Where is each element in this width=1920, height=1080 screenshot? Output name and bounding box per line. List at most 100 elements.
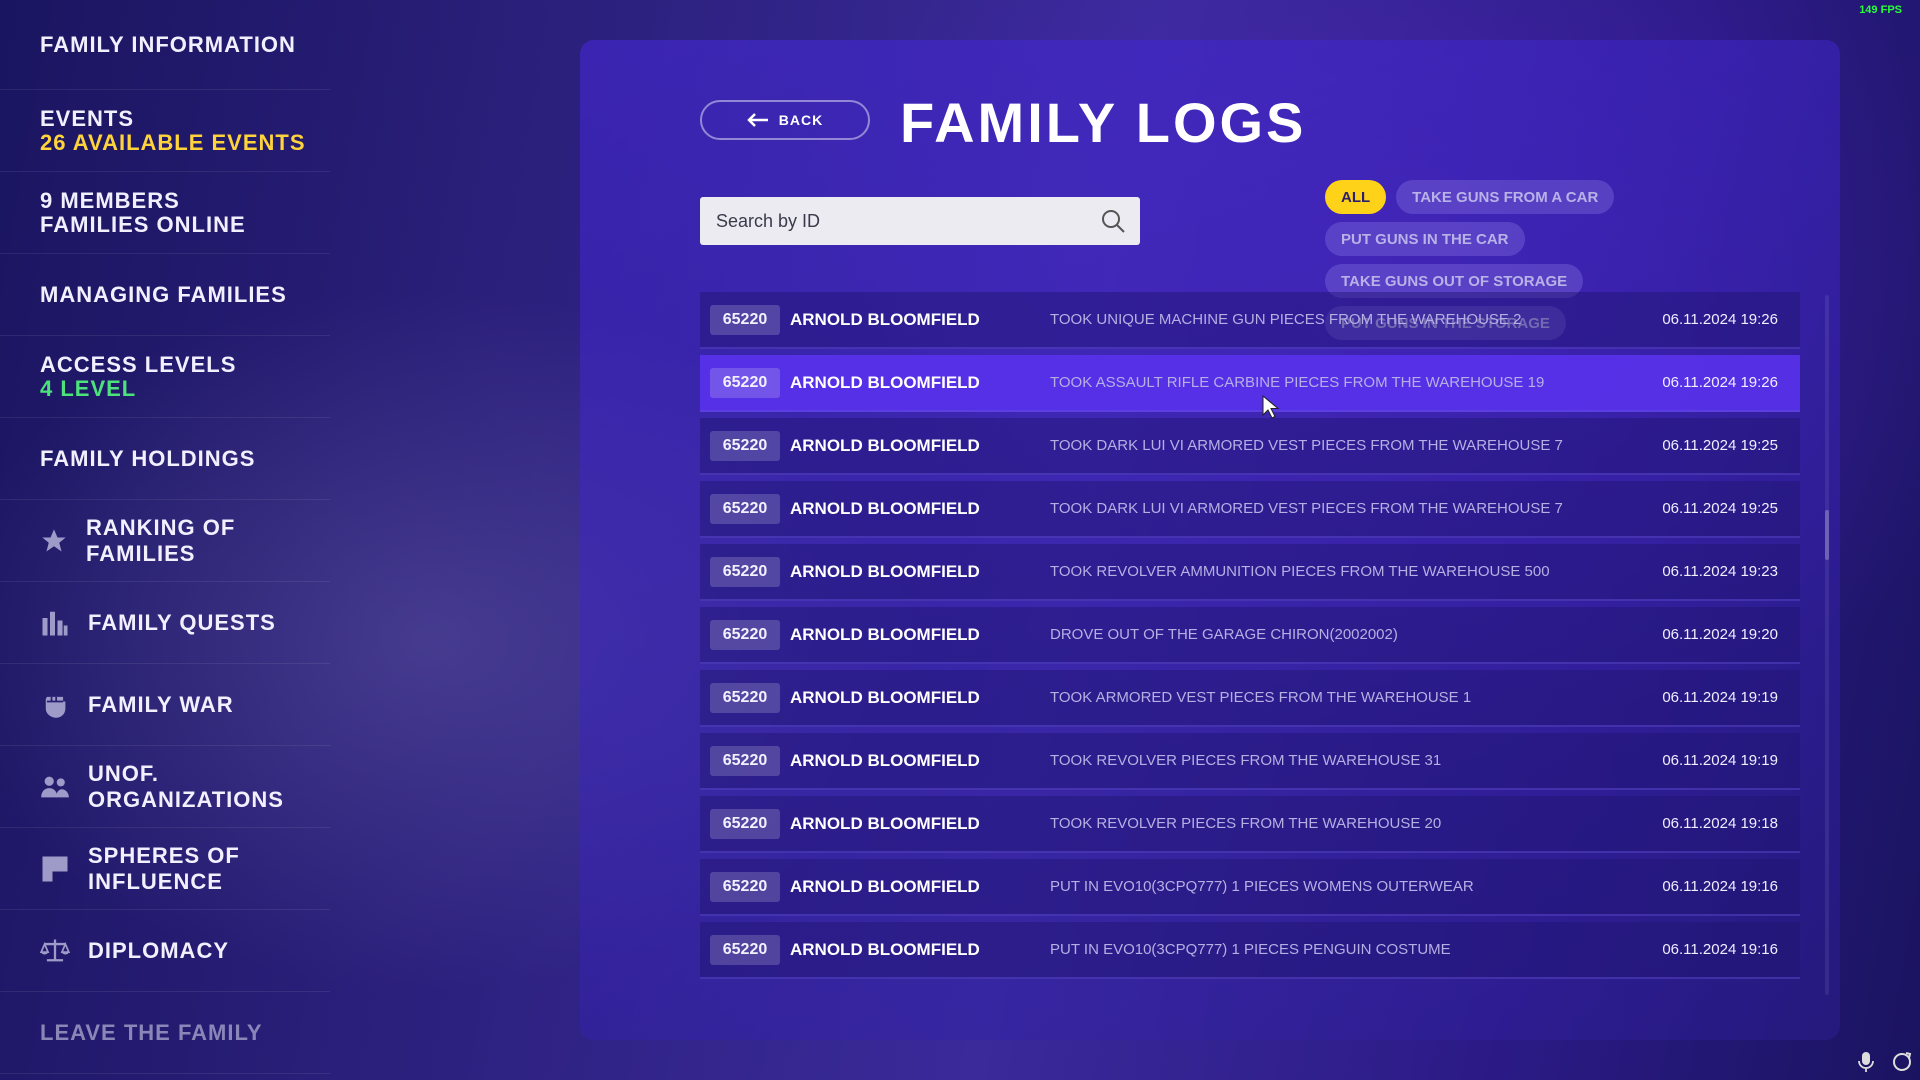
- sidebar-item-family-quests[interactable]: FAMILY QUESTS: [0, 582, 330, 664]
- log-date: 06.11.2024 19:18: [1662, 815, 1778, 832]
- log-name: ARNOLD BLOOMFIELD: [790, 876, 980, 896]
- log-date: 06.11.2024 19:16: [1662, 941, 1778, 958]
- log-row[interactable]: 65220 ARNOLD BLOOMFIELD TOOK DARK LUI VI…: [700, 418, 1800, 475]
- back-button-label: BACK: [778, 112, 824, 128]
- sidebar-item-family-information[interactable]: FAMILY INFORMATION: [0, 0, 330, 90]
- log-name: ARNOLD BLOOMFIELD: [790, 372, 980, 392]
- log-action: DROVE OUT OF THE GARAGE CHIRON(2002002): [1050, 626, 1398, 643]
- log-name: ARNOLD BLOOMFIELD: [790, 624, 980, 644]
- sidebar-item-label: SPHERES OF INFLUENCE: [88, 842, 240, 894]
- log-date: 06.11.2024 19:19: [1662, 689, 1778, 706]
- search-icon[interactable]: [1100, 208, 1126, 234]
- page-title: FAMILY LOGS: [900, 91, 1307, 154]
- microphone-icon[interactable]: [1854, 1050, 1878, 1074]
- bar-chart-icon: [40, 608, 70, 638]
- log-date: 06.11.2024 19:25: [1662, 500, 1778, 517]
- sidebar-item-unof-organizations[interactable]: UNOF. ORGANIZATIONS: [0, 746, 330, 828]
- log-id: 65220: [710, 556, 780, 587]
- sidebar-item-label: UNOF. ORGANIZATIONS: [88, 760, 284, 812]
- log-name: ARNOLD BLOOMFIELD: [790, 309, 980, 329]
- log-row[interactable]: 65220 ARNOLD BLOOMFIELD TOOK UNIQUE MACH…: [700, 292, 1800, 349]
- log-row[interactable]: 65220 ARNOLD BLOOMFIELD TOOK REVOLVER PI…: [700, 733, 1800, 790]
- star-icon: [40, 526, 68, 556]
- family-logs-panel: BACK FAMILY LOGS ALL TAKE GUNS FROM A CA…: [580, 40, 1840, 1040]
- log-id: 65220: [710, 808, 780, 839]
- sidebar-item-ranking-of-families[interactable]: RANKING OF FAMILIES: [0, 500, 330, 582]
- log-date: 06.11.2024 19:23: [1662, 563, 1778, 580]
- filter-all[interactable]: ALL: [1325, 180, 1387, 214]
- sidebar-item-label: DIPLOMACY: [88, 937, 229, 963]
- filter-put-guns-in-car[interactable]: PUT GUNS IN THE CAR: [1325, 222, 1525, 256]
- scrollbar-thumb[interactable]: [1825, 510, 1829, 560]
- log-row[interactable]: 65220 ARNOLD BLOOMFIELD PUT IN EVO10(3CP…: [700, 922, 1800, 979]
- sidebar-item-label: LEAVE THE FAMILY: [40, 1019, 263, 1045]
- sidebar-item-spheres-of-influence[interactable]: SPHERES OF INFLUENCE: [0, 828, 330, 910]
- log-id: 65220: [710, 619, 780, 650]
- log-name: ARNOLD BLOOMFIELD: [790, 561, 980, 581]
- log-name: ARNOLD BLOOMFIELD: [790, 435, 980, 455]
- fps-counter: 149 FPS: [1859, 4, 1902, 16]
- log-id: 65220: [710, 745, 780, 776]
- log-name: ARNOLD BLOOMFIELD: [790, 498, 980, 518]
- log-row[interactable]: 65220 ARNOLD BLOOMFIELD TOOK ARMORED VES…: [700, 670, 1800, 727]
- sidebar-item-managing-families[interactable]: MANAGING FAMILIES: [0, 254, 330, 336]
- log-name: ARNOLD BLOOMFIELD: [790, 939, 980, 959]
- log-action: PUT IN EVO10(3CPQ777) 1 PIECES WOMENS OU…: [1050, 878, 1474, 895]
- log-id: 65220: [710, 430, 780, 461]
- log-id: 65220: [710, 682, 780, 713]
- log-date: 06.11.2024 19:19: [1662, 752, 1778, 769]
- sidebar-item-events[interactable]: EVENTS 26 AVAILABLE EVENTS: [0, 90, 330, 172]
- filter-take-guns-from-car[interactable]: TAKE GUNS FROM A CAR: [1396, 180, 1615, 214]
- log-id: 65220: [710, 304, 780, 335]
- log-action: TOOK REVOLVER PIECES FROM THE WAREHOUSE …: [1050, 815, 1442, 832]
- sidebar-item-label: ACCESS LEVELS: [40, 351, 237, 377]
- sidebar-item-label: FAMILY INFORMATION: [40, 31, 296, 57]
- log-action: TOOK ARMORED VEST PIECES FROM THE WAREHO…: [1050, 689, 1472, 706]
- sidebar-item-members[interactable]: 9 MEMBERS FAMILIES ONLINE: [0, 172, 330, 254]
- log-name: ARNOLD BLOOMFIELD: [790, 687, 980, 707]
- sidebar-item-label: FAMILY WAR: [88, 691, 234, 717]
- sidebar-item-family-holdings[interactable]: FAMILY HOLDINGS: [0, 418, 330, 500]
- sidebar-item-label: 9 MEMBERS: [40, 187, 180, 213]
- log-action: TOOK DARK LUI VI ARMORED VEST PIECES FRO…: [1050, 437, 1563, 454]
- log-id: 65220: [710, 871, 780, 902]
- mouse-cursor-icon: [1262, 394, 1280, 419]
- sidebar-item-leave-the-family[interactable]: LEAVE THE FAMILY: [0, 992, 330, 1074]
- events-count-label: 26 AVAILABLE EVENTS: [40, 129, 306, 155]
- sidebar-item-label: FAMILY HOLDINGS: [40, 445, 256, 471]
- flag-icon: [40, 854, 70, 884]
- log-action: TOOK DARK LUI VI ARMORED VEST PIECES FRO…: [1050, 500, 1563, 517]
- log-date: 06.11.2024 19:20: [1662, 626, 1778, 643]
- people-icon: [40, 772, 70, 802]
- corner-icons: [1854, 1050, 1914, 1074]
- log-name: ARNOLD BLOOMFIELD: [790, 750, 980, 770]
- log-row[interactable]: 65220 ARNOLD BLOOMFIELD PUT IN EVO10(3CP…: [700, 859, 1800, 916]
- sidebar-item-label: RANKING OF FAMILIES: [86, 514, 236, 566]
- log-name: ARNOLD BLOOMFIELD: [790, 813, 980, 833]
- log-list: 65220 ARNOLD BLOOMFIELD TOOK UNIQUE MACH…: [700, 292, 1800, 992]
- search-input[interactable]: [716, 210, 1100, 232]
- log-action: TOOK ASSAULT RIFLE CARBINE PIECES FROM T…: [1050, 374, 1545, 391]
- log-row[interactable]: 65220 ARNOLD BLOOMFIELD TOOK REVOLVER PI…: [700, 796, 1800, 853]
- sidebar-item-family-war[interactable]: FAMILY WAR: [0, 664, 330, 746]
- sidebar: FAMILY INFORMATION EVENTS 26 AVAILABLE E…: [0, 0, 330, 1080]
- refresh-icon[interactable]: [1890, 1050, 1914, 1074]
- fist-icon: [40, 690, 70, 720]
- sidebar-item-label: FAMILY QUESTS: [88, 609, 276, 635]
- sidebar-item-diplomacy[interactable]: DIPLOMACY: [0, 910, 330, 992]
- log-date: 06.11.2024 19:16: [1662, 878, 1778, 895]
- log-row[interactable]: 65220 ARNOLD BLOOMFIELD DROVE OUT OF THE…: [700, 607, 1800, 664]
- log-row[interactable]: 65220 ARNOLD BLOOMFIELD TOOK DARK LUI VI…: [700, 481, 1800, 538]
- members-online-label: FAMILIES ONLINE: [40, 211, 246, 237]
- access-level-label: 4 LEVEL: [40, 375, 137, 401]
- log-scrollbar[interactable]: [1825, 295, 1829, 995]
- log-row[interactable]: 65220 ARNOLD BLOOMFIELD TOOK REVOLVER AM…: [700, 544, 1800, 601]
- log-action: PUT IN EVO10(3CPQ777) 1 PIECES PENGUIN C…: [1050, 941, 1451, 958]
- sidebar-item-label: EVENTS: [40, 105, 135, 131]
- back-button[interactable]: BACK: [700, 100, 870, 140]
- log-action: TOOK REVOLVER AMMUNITION PIECES FROM THE…: [1050, 563, 1550, 580]
- log-row[interactable]: 65220 ARNOLD BLOOMFIELD TOOK ASSAULT RIF…: [700, 355, 1800, 412]
- sidebar-item-access-levels[interactable]: ACCESS LEVELS 4 LEVEL: [0, 336, 330, 418]
- arrow-left-icon: [746, 111, 769, 129]
- search-box: [700, 197, 1140, 245]
